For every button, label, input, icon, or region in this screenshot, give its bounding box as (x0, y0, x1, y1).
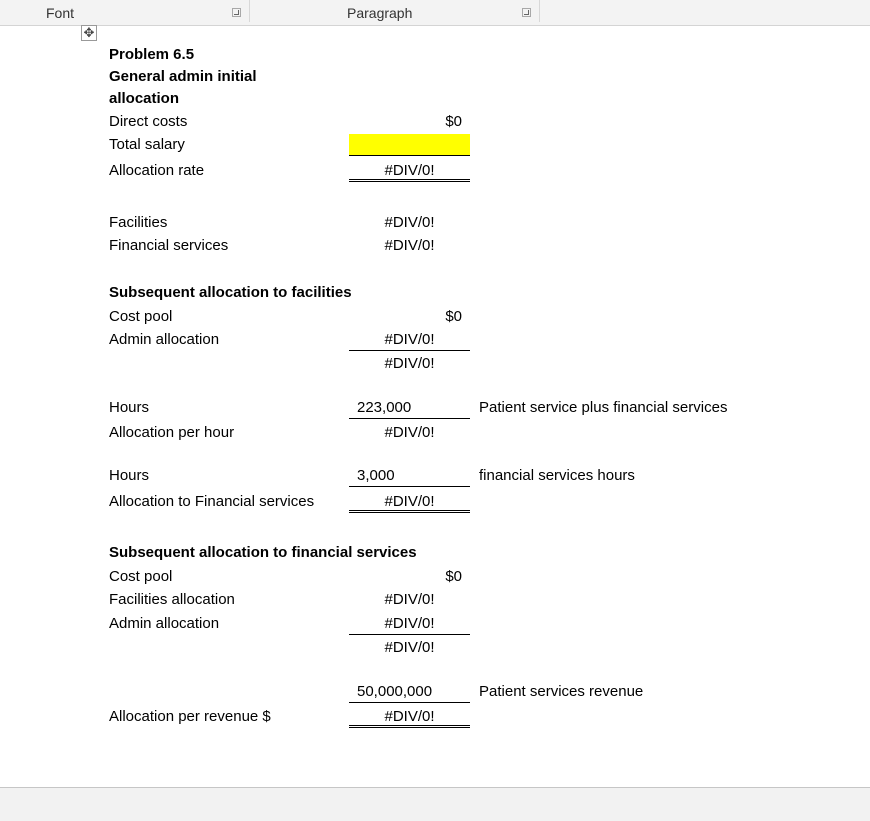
table-row: Allocation per revenue $ #DIV/0! (109, 706, 809, 728)
ribbon-separator (539, 0, 540, 22)
status-bar (0, 787, 870, 821)
ribbon-group-labels: Font Paragraph (0, 0, 870, 26)
row-label: Admin allocation (109, 331, 220, 348)
cost-pool-value[interactable]: $0 (349, 566, 470, 588)
table-row: #DIV/0! (109, 353, 809, 375)
admin-allocation-value[interactable]: #DIV/0! (349, 329, 470, 351)
row-note: financial services hours (479, 467, 635, 484)
table-row: Admin allocation #DIV/0! (109, 329, 809, 351)
table-row: Hours 3,000 financial services hours (109, 465, 809, 487)
facilities-allocation-value[interactable]: #DIV/0! (349, 589, 470, 611)
allocation-to-financial-services-value[interactable]: #DIV/0! (349, 491, 470, 513)
section-heading-row: Subsequent allocation to facilities (109, 282, 809, 304)
section1-heading-line1: General admin initial (109, 68, 257, 85)
row-label: Cost pool (109, 308, 173, 325)
table-row: Allocation rate #DIV/0! (109, 160, 809, 182)
row-label: Admin allocation (109, 615, 220, 632)
table-row: Admin allocation #DIV/0! (109, 613, 809, 635)
table-row: 50,000,000 Patient services revenue (109, 681, 809, 703)
row-label: Allocation per revenue $ (109, 708, 271, 725)
table-row: Total salary (109, 134, 809, 156)
row-note: Patient services revenue (479, 683, 644, 700)
row-label: Direct costs (109, 113, 188, 130)
row-label: Hours (109, 467, 150, 484)
table-row: Cost pool $0 (109, 306, 809, 328)
row-label: Facilities (109, 214, 168, 231)
section2-heading: Subsequent allocation to facilities (109, 284, 352, 301)
direct-costs-value[interactable]: $0 (349, 111, 470, 133)
facilities-total-value[interactable]: #DIV/0! (349, 353, 470, 375)
table-row: Financial services #DIV/0! (109, 235, 809, 257)
patient-revenue-value[interactable]: 50,000,000 (349, 681, 470, 703)
table-row: Facilities allocation #DIV/0! (109, 589, 809, 611)
problem-title-row: Problem 6.5 (109, 44, 809, 66)
table-row: Allocation per hour #DIV/0! (109, 422, 809, 444)
allocation-rate-value[interactable]: #DIV/0! (349, 160, 470, 182)
document-body: Problem 6.5 General admin initial alloca… (0, 26, 870, 786)
admin-allocation-value[interactable]: #DIV/0! (349, 613, 470, 635)
total-salary-input-cell[interactable] (349, 134, 470, 156)
section3-heading: Subsequent allocation to financial servi… (109, 544, 417, 561)
ribbon-group-font-label: Font (46, 5, 75, 21)
table-row: Direct costs $0 (109, 111, 809, 133)
paragraph-dialog-launcher-icon[interactable] (522, 8, 531, 17)
section1-heading-line2: allocation (109, 90, 180, 107)
table-row: #DIV/0! (109, 637, 809, 659)
row-label: Allocation per hour (109, 424, 235, 441)
financial-hours-value[interactable]: 3,000 (349, 465, 470, 487)
ribbon-group-paragraph-label: Paragraph (347, 5, 413, 21)
row-label: Cost pool (109, 568, 173, 585)
table-row: Hours 223,000 Patient service plus finan… (109, 397, 809, 419)
table-row: Cost pool $0 (109, 566, 809, 588)
row-label: Allocation to Financial services (109, 493, 315, 510)
table-row: Allocation to Financial services #DIV/0! (109, 491, 809, 513)
allocation-per-revenue-value[interactable]: #DIV/0! (349, 706, 470, 728)
row-label: Total salary (109, 136, 185, 153)
row-label: Hours (109, 399, 150, 416)
section-heading-row: allocation (109, 88, 809, 110)
row-label: Allocation rate (109, 162, 205, 179)
row-note: Patient service plus financial services (479, 399, 728, 416)
financial-services-total-value[interactable]: #DIV/0! (349, 637, 470, 659)
hours-value[interactable]: 223,000 (349, 397, 470, 419)
section-heading-row: General admin initial (109, 66, 809, 88)
ribbon-separator (249, 0, 250, 22)
section-heading-row: Subsequent allocation to financial servi… (109, 542, 809, 564)
financial-services-value[interactable]: #DIV/0! (349, 235, 470, 257)
font-dialog-launcher-icon[interactable] (232, 8, 241, 17)
row-label: Financial services (109, 237, 229, 254)
facilities-value[interactable]: #DIV/0! (349, 212, 470, 234)
table-row: Facilities #DIV/0! (109, 212, 809, 234)
problem-title: Problem 6.5 (109, 46, 195, 63)
cost-pool-value[interactable]: $0 (349, 306, 470, 328)
allocation-per-hour-value[interactable]: #DIV/0! (349, 422, 470, 444)
row-label: Facilities allocation (109, 591, 235, 608)
